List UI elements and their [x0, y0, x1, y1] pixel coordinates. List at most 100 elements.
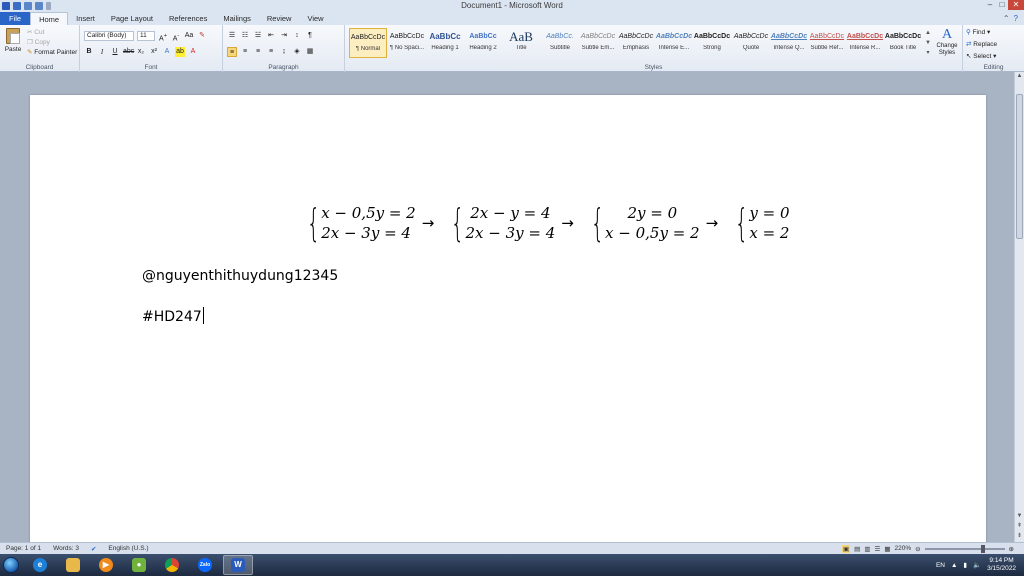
numbering-icon[interactable]: ☷ [240, 31, 250, 41]
equation[interactable]: { x − 0,5y = 2 2x − 3y = 4 → { 2x − y = … [296, 203, 790, 243]
redo-icon[interactable] [35, 2, 43, 10]
page-count[interactable]: Page: 1 of 1 [0, 545, 47, 552]
styles-scroll[interactable]: ▲ ▼ ▾ [925, 28, 931, 58]
style-book-title[interactable]: AaBbCcDc Book Title [884, 28, 922, 58]
style-heading-1[interactable]: AaBbCc Heading 1 [426, 28, 464, 58]
tab-view[interactable]: View [299, 12, 331, 25]
tab-home[interactable]: Home [30, 12, 69, 25]
taskbar-word[interactable]: W [223, 555, 253, 575]
align-center-icon[interactable]: ≡ [240, 47, 250, 57]
document-line-1[interactable]: @nguyenthithuydung12345 [142, 268, 338, 284]
change-styles-button[interactable]: A Change Styles [933, 27, 961, 57]
network-icon[interactable]: ▮ [963, 561, 967, 569]
style-title[interactable]: AaB Title [502, 28, 540, 58]
style-strong[interactable]: AaBbCcDc Strong [693, 28, 731, 58]
italic-button[interactable]: I [97, 47, 107, 57]
tab-mailings[interactable]: Mailings [215, 12, 259, 25]
style-subtle-reference[interactable]: AaBbCcDc Subtle Ref... [808, 28, 846, 58]
font-size-select[interactable]: 11 [137, 31, 155, 41]
tab-references[interactable]: References [161, 12, 215, 25]
subscript-button[interactable]: x₂ [136, 47, 146, 57]
document-line-2[interactable]: #HD247 [142, 307, 204, 325]
full-screen-icon[interactable]: ▤ [854, 545, 860, 553]
show-marks-icon[interactable]: ¶ [305, 31, 315, 41]
customize-qat-icon[interactable] [46, 2, 51, 10]
print-layout-icon[interactable]: ▣ [842, 544, 851, 553]
previous-page-icon[interactable]: ⇞ [1015, 522, 1024, 530]
text-effects-button[interactable]: A [162, 47, 172, 57]
bullets-icon[interactable]: ☰ [227, 31, 237, 41]
style-normal[interactable]: AaBbCcDc ¶ Normal [349, 28, 387, 58]
web-layout-icon[interactable]: ▥ [864, 545, 870, 553]
maximize-button[interactable]: □ [996, 0, 1008, 10]
vertical-scrollbar[interactable]: ▲ ▼ ⇞ ⇟ [1014, 72, 1024, 542]
style-subtle-emphasis[interactable]: AaBbCcDc Subtle Em... [579, 28, 617, 58]
format-painter-button[interactable]: ✎ Format Painter [27, 48, 77, 58]
borders-icon[interactable]: ▦ [305, 47, 315, 57]
zoom-in-icon[interactable]: ⊕ [1009, 545, 1014, 553]
copy-button[interactable]: ❐ Copy [27, 38, 77, 48]
style-intense-emphasis[interactable]: AaBbCcDc Intense E... [655, 28, 693, 58]
minimize-ribbon-icon[interactable]: ⌃ [1003, 14, 1010, 23]
zoom-slider[interactable] [924, 544, 1005, 553]
scroll-thumb[interactable] [1016, 94, 1023, 239]
change-case-button[interactable]: Aa [184, 31, 194, 41]
next-page-icon[interactable]: ⇟ [1015, 532, 1024, 540]
taskbar-android-emulator[interactable]: ● [124, 555, 154, 575]
font-family-select[interactable]: Calibri (Body) [84, 31, 134, 41]
superscript-button[interactable]: x² [149, 47, 159, 57]
highlight-button[interactable]: ab [175, 47, 185, 57]
input-language[interactable]: EN [936, 562, 945, 569]
style-subtitle[interactable]: AaBbCc. Subtitle [541, 28, 579, 58]
decrease-indent-icon[interactable]: ⇤ [266, 31, 276, 41]
replace-button[interactable]: ⇄ Replace [966, 39, 997, 51]
help-icon[interactable]: ? [1014, 14, 1018, 23]
find-button[interactable]: ⚲ Find ▾ [966, 27, 997, 39]
paste-button[interactable]: Paste [4, 28, 22, 53]
style-emphasis[interactable]: AaBbCcDc Emphasis [617, 28, 655, 58]
word-app-icon[interactable] [2, 2, 10, 10]
taskbar-file-explorer[interactable] [58, 555, 88, 575]
show-hidden-icons[interactable]: ▲ [951, 562, 957, 569]
tab-insert[interactable]: Insert [68, 12, 103, 25]
minimize-button[interactable]: – [984, 0, 996, 10]
cut-button[interactable]: ✂ Cut [27, 28, 77, 38]
shrink-font-button[interactable]: A- [171, 31, 181, 42]
language-indicator[interactable]: English (U.S.) [102, 545, 154, 552]
style-intense-reference[interactable]: AaBbCcDc Intense R... [846, 28, 884, 58]
taskbar-media-player[interactable]: ▶ [91, 555, 121, 575]
style-no-spacing[interactable]: AaBbCcDc ¶ No Spaci... [388, 28, 426, 58]
taskbar-zalo[interactable]: Zalo [190, 555, 220, 575]
scroll-down-icon[interactable]: ▼ [1015, 512, 1024, 520]
underline-button[interactable]: U [110, 47, 120, 57]
clock[interactable]: 9:14 PM 3/15/2022 [987, 557, 1016, 573]
zoom-level[interactable]: 220% [894, 545, 911, 552]
taskbar-chrome[interactable] [157, 555, 187, 575]
word-count[interactable]: Words: 3 [47, 545, 85, 552]
grow-font-button[interactable]: A+ [158, 31, 168, 42]
select-button[interactable]: ↖ Select ▾ [966, 51, 997, 63]
start-button[interactable] [0, 554, 22, 576]
sort-icon[interactable]: ↕ [292, 31, 302, 41]
zoom-out-icon[interactable]: ⊖ [915, 545, 920, 553]
volume-icon[interactable]: 🔈 [973, 561, 981, 569]
style-quote[interactable]: AaBbCcDc Quote [732, 28, 770, 58]
undo-icon[interactable] [24, 2, 32, 10]
align-right-icon[interactable]: ≡ [253, 47, 263, 57]
zoom-slider-knob[interactable] [980, 544, 985, 553]
outline-icon[interactable]: ☰ [874, 545, 880, 553]
tab-page-layout[interactable]: Page Layout [103, 12, 161, 25]
close-button[interactable]: ✕ [1008, 0, 1024, 10]
taskbar-internet-explorer[interactable]: e [25, 555, 55, 575]
align-left-icon[interactable]: ≡ [227, 47, 237, 57]
shading-icon[interactable]: ◈ [292, 47, 302, 57]
style-heading-2[interactable]: AaBbCc Heading 2 [464, 28, 502, 58]
font-color-button[interactable]: A [188, 47, 198, 57]
increase-indent-icon[interactable]: ⇥ [279, 31, 289, 41]
line-spacing-icon[interactable]: ↨ [279, 47, 289, 57]
bold-button[interactable]: B [84, 47, 94, 57]
justify-icon[interactable]: ≡ [266, 47, 276, 57]
save-icon[interactable] [13, 2, 21, 10]
proofing-icon[interactable]: ✔ [85, 545, 102, 553]
clear-formatting-icon[interactable]: ✎ [197, 31, 207, 41]
